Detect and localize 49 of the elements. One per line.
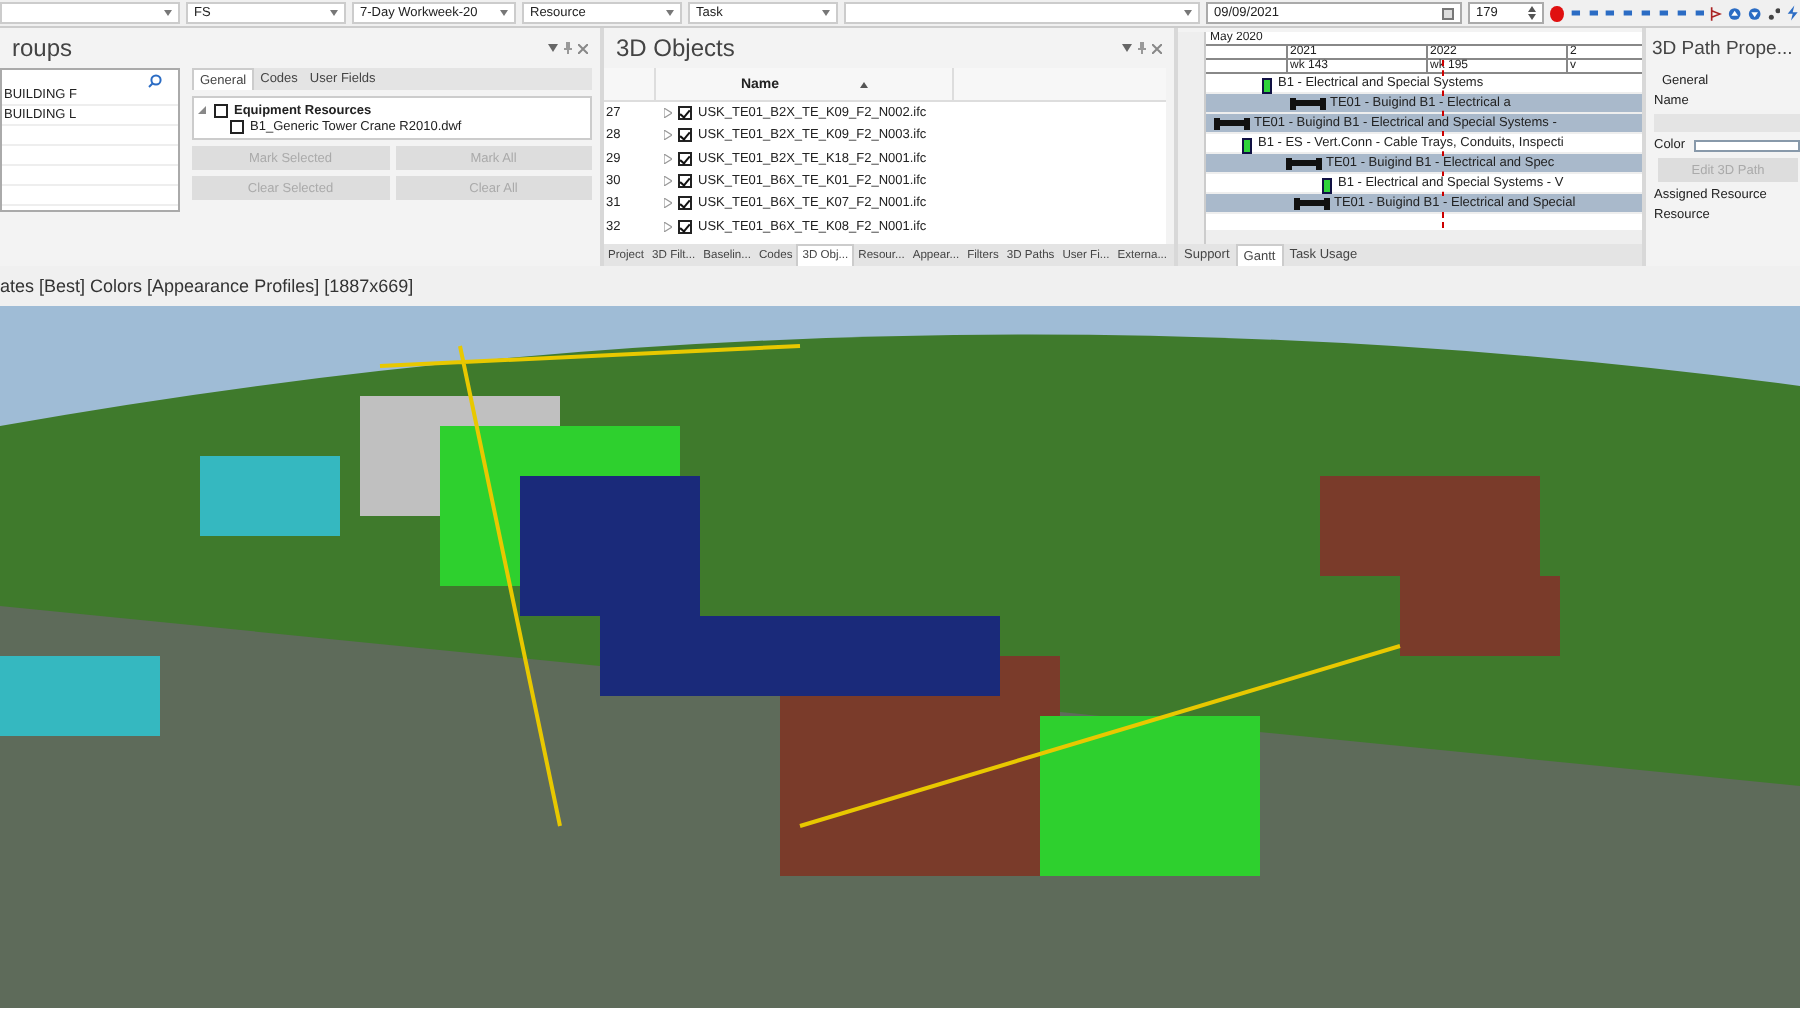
color-field[interactable] (1693, 139, 1800, 151)
summary-bar[interactable] (1290, 98, 1326, 110)
expand-icon[interactable] (198, 105, 208, 115)
record-icon[interactable] (1550, 5, 1564, 21)
close-icon[interactable] (578, 43, 588, 53)
vertical-scrollbar[interactable] (1178, 32, 1206, 244)
dropdown-field[interactable] (844, 2, 1200, 24)
dropdown-icon[interactable] (1122, 44, 1132, 52)
summary-bar[interactable] (1294, 198, 1330, 210)
caret-icon (822, 10, 830, 16)
caret-icon (666, 10, 674, 16)
close-icon[interactable] (1152, 43, 1162, 53)
dropdown-icon[interactable] (548, 44, 558, 52)
caret-icon (1184, 10, 1192, 16)
down-circle-icon[interactable] (1747, 5, 1762, 21)
viewport-title: ates [Best] Colors [Appearance Profiles] [1887x669] (0, 276, 414, 296)
summary-bar[interactable] (1214, 118, 1250, 130)
checkbox[interactable] (678, 128, 692, 143)
dropdown-field[interactable] (0, 2, 180, 24)
task-bar[interactable] (1262, 78, 1272, 94)
horizontal-scrollbar[interactable] (1206, 230, 1642, 244)
task-bar[interactable] (1322, 178, 1332, 194)
checkbox[interactable] (678, 196, 692, 211)
expand-icon[interactable] (664, 153, 672, 164)
caret-icon (330, 10, 338, 16)
checkbox[interactable] (678, 219, 692, 234)
panel-title: 3D Path Prope... (1652, 37, 1793, 59)
spin-arrows-icon (1528, 6, 1536, 20)
expand-icon[interactable] (664, 221, 672, 232)
panel-title: 3D Objects (616, 34, 735, 62)
pin-icon[interactable] (1138, 42, 1146, 54)
summary-bar[interactable] (1286, 158, 1322, 170)
task-bar[interactable] (1242, 138, 1252, 154)
calendar-icon (1442, 7, 1454, 19)
checkbox[interactable] (230, 119, 244, 133)
up-circle-icon[interactable] (1728, 5, 1742, 21)
checkbox[interactable] (214, 103, 228, 117)
caret-icon (164, 10, 172, 16)
panel-title: roups (12, 34, 73, 62)
sort-up-icon[interactable] (859, 81, 868, 87)
checkbox[interactable] (678, 106, 692, 121)
nodes-icon[interactable] (1767, 5, 1781, 21)
caret-icon (500, 10, 508, 16)
checkbox[interactable] (678, 151, 692, 166)
checkbox[interactable] (678, 174, 692, 189)
pin-icon[interactable] (564, 42, 572, 54)
search-icon[interactable] (148, 74, 162, 88)
bolt-icon[interactable] (1786, 4, 1800, 22)
cursor-icon[interactable] (1710, 5, 1723, 21)
